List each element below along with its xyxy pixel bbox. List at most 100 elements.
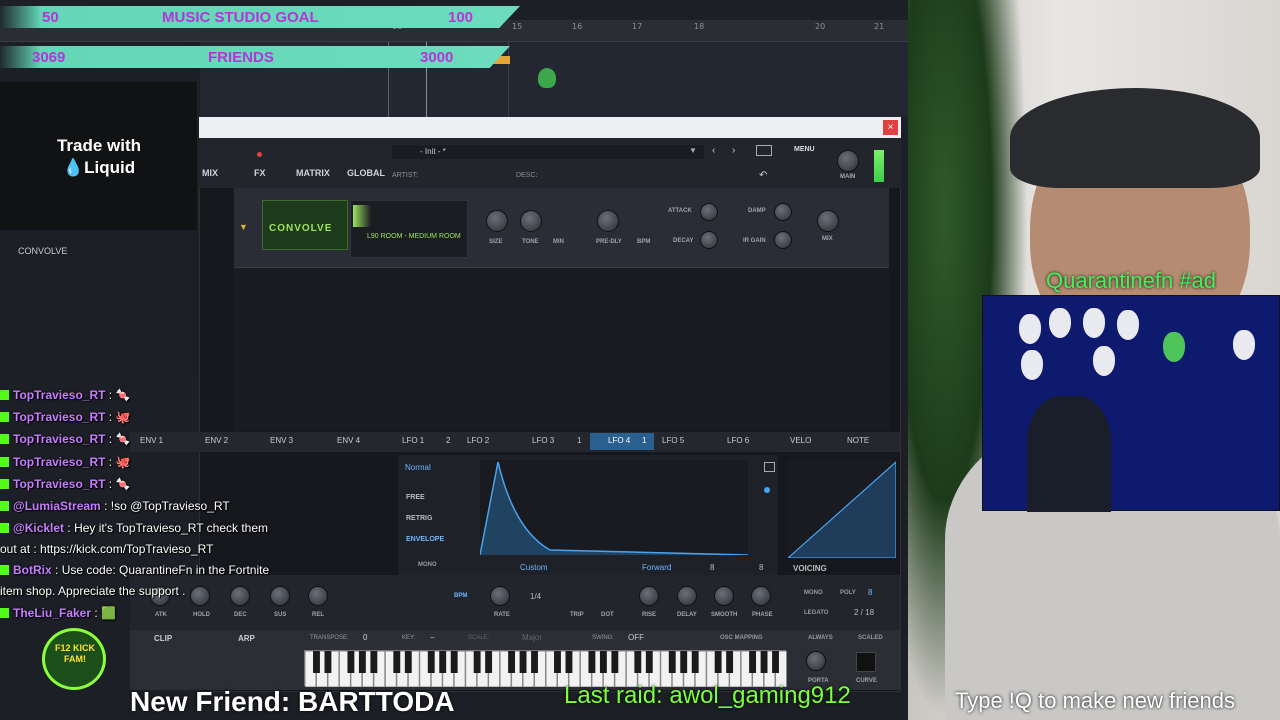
swing-value[interactable]: OFF (628, 633, 644, 642)
piano-black-key[interactable] (508, 651, 516, 673)
piano-black-key[interactable] (347, 651, 355, 673)
piano-black-key[interactable] (473, 651, 481, 673)
transpose-value[interactable]: 0 (363, 633, 367, 642)
chat-username[interactable]: @Kicklet (13, 521, 64, 535)
bpm-sync-label[interactable]: BPM (454, 593, 467, 599)
tab-lfo1[interactable]: LFO 1 (402, 436, 424, 445)
smooth-knob[interactable] (714, 586, 734, 606)
tab-note[interactable]: NOTE (847, 436, 869, 445)
always-button[interactable]: ALWAYS (808, 635, 833, 641)
piano-black-key[interactable] (324, 651, 332, 673)
rise-knob[interactable] (639, 586, 659, 606)
tab-lfo6[interactable]: LFO 6 (727, 436, 749, 445)
preset-browser-icon[interactable] (756, 145, 772, 156)
piano-black-key[interactable] (749, 651, 757, 673)
size-knob[interactable] (486, 210, 508, 232)
mix-knob[interactable] (817, 210, 839, 232)
piano-black-key[interactable] (404, 651, 412, 673)
piano-black-key[interactable] (611, 651, 619, 673)
tone-knob[interactable] (520, 210, 542, 232)
arp-button[interactable]: ARP (238, 634, 255, 643)
piano-black-key[interactable] (358, 651, 366, 673)
release-knob[interactable] (308, 586, 328, 606)
tab-lfo2[interactable]: LFO 2 (467, 436, 489, 445)
lfo-mode-select[interactable]: Normal (405, 463, 431, 472)
hold-knob[interactable] (190, 586, 210, 606)
chat-username[interactable]: TopTravieso_RT (13, 432, 105, 446)
chat-username[interactable]: @LumiaStream (13, 499, 101, 513)
preset-name-display[interactable]: - Init - * (392, 145, 704, 159)
piano-black-key[interactable] (760, 651, 768, 673)
piano-black-key[interactable] (599, 651, 607, 673)
chat-username[interactable]: TheLiu_Faker (13, 606, 91, 620)
ir-gain-knob[interactable] (774, 231, 792, 249)
impulse-response-display[interactable]: L90 ROOM - MEDIUM ROOM (350, 200, 468, 258)
piano-black-key[interactable] (645, 651, 653, 673)
sustain-knob[interactable] (270, 586, 290, 606)
chat-username[interactable]: TopTravieso_RT (13, 477, 105, 491)
tab-lfo4[interactable]: LFO 4 (608, 436, 630, 445)
menu-button[interactable]: MENU (794, 146, 815, 153)
piano-black-key[interactable] (370, 651, 378, 673)
tab-env3[interactable]: ENV 3 (270, 436, 293, 445)
poly-value[interactable]: 8 (868, 588, 872, 597)
piano-black-key[interactable] (439, 651, 447, 673)
tab-lfo5[interactable]: LFO 5 (662, 436, 684, 445)
tab-lfo3[interactable]: LFO 3 (532, 436, 554, 445)
piano-black-key[interactable] (427, 651, 435, 673)
chat-username[interactable]: TopTravieso_RT (13, 388, 105, 402)
fx-empty-slot[interactable] (234, 268, 889, 431)
delay-knob[interactable] (677, 586, 697, 606)
lfo-retrig-option[interactable]: RETRIG (406, 515, 432, 522)
main-volume-knob[interactable] (837, 150, 859, 172)
undo-icon[interactable]: ↶ (759, 170, 767, 181)
lfo-direction-select[interactable]: Forward (642, 563, 671, 572)
tab-env2[interactable]: ENV 2 (205, 436, 228, 445)
piano-black-key[interactable] (313, 651, 320, 673)
piano-black-key[interactable] (634, 651, 642, 673)
piano-black-key[interactable] (668, 651, 676, 673)
chat-username[interactable]: TopTravieso_RT (13, 455, 105, 469)
tab-mix[interactable]: MIX (202, 168, 218, 178)
tab-fx[interactable]: FX (254, 168, 266, 178)
clip-button[interactable]: CLIP (154, 634, 172, 643)
key-value[interactable]: – (430, 633, 434, 642)
lfo-free-option[interactable]: FREE (406, 494, 425, 501)
collapse-icon[interactable]: ▼ (239, 222, 248, 232)
piano-black-key[interactable] (680, 651, 688, 673)
piano-black-key[interactable] (519, 651, 527, 673)
legato-label[interactable]: LEGATO (804, 610, 828, 616)
damp-knob[interactable] (774, 203, 792, 221)
next-preset-icon[interactable]: › (732, 145, 735, 156)
velocity-curve-graph[interactable] (786, 460, 897, 559)
chat-username[interactable]: TopTravieso_RT (13, 410, 105, 424)
lfo-envelope-option[interactable]: ENVELOPE (406, 536, 444, 543)
rate-knob[interactable] (490, 586, 510, 606)
curve-display[interactable] (856, 652, 876, 672)
decay-env-knob[interactable] (230, 586, 250, 606)
scaled-button[interactable]: SCALED (858, 635, 883, 641)
lfo-grid-x[interactable]: 8 (710, 563, 714, 572)
scale-value[interactable]: Major (522, 633, 542, 642)
piano-keyboard[interactable] (304, 650, 787, 688)
osc-mapping-button[interactable]: OSC MAPPING (720, 635, 763, 641)
piano-black-key[interactable] (450, 651, 458, 673)
lfo-point-tool-icon[interactable] (764, 487, 770, 493)
prev-preset-icon[interactable]: ‹ (712, 145, 715, 156)
piano-black-key[interactable] (485, 651, 493, 673)
browser-item-convolve[interactable]: CONVOLVE (18, 246, 67, 256)
piano-black-key[interactable] (772, 651, 779, 673)
phase-knob[interactable] (751, 586, 771, 606)
piano-black-key[interactable] (726, 651, 734, 673)
attack-knob[interactable] (700, 203, 718, 221)
close-button[interactable]: × (883, 120, 898, 135)
chat-username[interactable]: BotRix (13, 563, 52, 577)
lfo-grid-y[interactable]: 8 (759, 563, 763, 572)
pre-delay-knob[interactable] (597, 210, 619, 232)
tab-global[interactable]: GLOBAL (347, 168, 385, 178)
preset-dropdown-icon[interactable]: ▼ (689, 146, 697, 155)
lfo-popout-icon[interactable] (764, 462, 775, 472)
piano-black-key[interactable] (588, 651, 596, 673)
piano-black-key[interactable] (393, 651, 401, 673)
piano-black-key[interactable] (531, 651, 538, 673)
